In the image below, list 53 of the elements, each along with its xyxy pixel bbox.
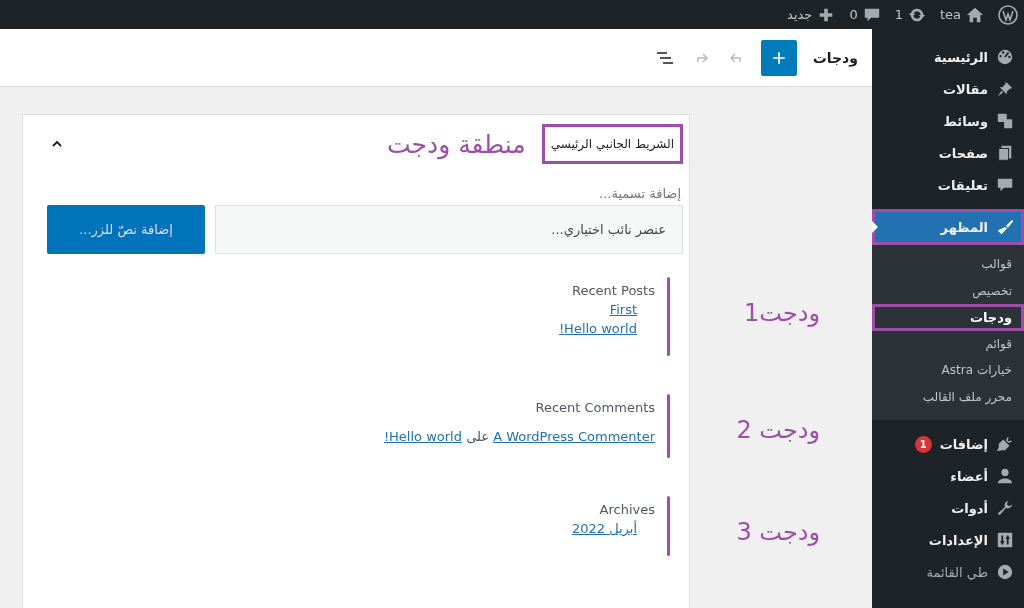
admin-bar-label[interactable]: جديد bbox=[787, 7, 813, 22]
admin-bar-label[interactable]: 1 bbox=[894, 7, 903, 22]
sidebar-item[interactable]: تعليقات bbox=[872, 169, 1024, 201]
sidebar-item[interactable]: المظهر bbox=[872, 209, 1024, 245]
sidebar-item[interactable]: أعضاء bbox=[872, 460, 1024, 492]
media-icon bbox=[996, 112, 1014, 130]
pages-icon bbox=[996, 144, 1014, 162]
wordpress-logo-icon[interactable] bbox=[998, 4, 1018, 25]
page-title: ودجات bbox=[812, 49, 858, 66]
sidebar-item[interactable]: وسائط bbox=[872, 105, 1024, 137]
user-icon bbox=[996, 467, 1014, 485]
author-link[interactable]: A WordPress Commenter bbox=[493, 429, 655, 444]
sidebar-item[interactable]: مقالات bbox=[872, 73, 1024, 105]
label-placeholder[interactable]: إضافة تسمية... bbox=[49, 186, 681, 201]
submenu-item[interactable]: خيارات Astra bbox=[872, 357, 1024, 384]
link[interactable]: أبريل 2022 bbox=[571, 521, 637, 536]
sidebar-item[interactable]: الإعدادات bbox=[872, 524, 1024, 556]
sidebar-item[interactable]: أدوات bbox=[872, 492, 1024, 524]
brush-icon bbox=[996, 218, 1014, 236]
annotation-label: ودجت 3 bbox=[736, 518, 820, 546]
annotation-label: ودجت1 bbox=[744, 299, 820, 327]
sidebar-item[interactable]: صفحات bbox=[872, 137, 1024, 169]
play-icon bbox=[996, 563, 1014, 581]
sliders-icon bbox=[996, 531, 1014, 549]
link[interactable]: Hello world! bbox=[558, 321, 637, 336]
submenu-item[interactable]: ودجات bbox=[872, 304, 1024, 331]
dashboard-icon bbox=[996, 48, 1014, 66]
wrench-icon bbox=[996, 499, 1014, 517]
annotation-label: منطقة ودجت bbox=[386, 129, 526, 159]
post-link[interactable]: Hello world! bbox=[383, 429, 462, 444]
annotation-label: ودجت 2 bbox=[736, 416, 820, 444]
home-icon bbox=[966, 5, 984, 24]
plug-icon bbox=[996, 435, 1014, 453]
count-badge: 1 bbox=[914, 435, 932, 453]
submenu-item[interactable]: تخصيص bbox=[872, 277, 1024, 304]
input-field[interactable]: عنصر نائب اختياري... bbox=[215, 205, 683, 254]
admin-bar-label[interactable]: tea bbox=[939, 7, 961, 22]
widget-title: Recent Posts bbox=[570, 283, 655, 298]
widget-area-title[interactable]: الشريط الجانبي الرئيسي bbox=[541, 124, 683, 164]
submenu-item[interactable]: قوائم bbox=[872, 330, 1024, 357]
add-block-button[interactable] bbox=[760, 39, 797, 76]
annotation-bracket bbox=[667, 394, 670, 458]
sidebar-item[interactable]: الرئيسية bbox=[872, 41, 1024, 73]
pin-icon bbox=[996, 80, 1014, 98]
collapse-menu-item[interactable]: طي القائمة bbox=[872, 556, 1024, 588]
submenu-item[interactable]: محرر ملف القالب bbox=[872, 383, 1024, 410]
widget-title: Recent Comments bbox=[534, 400, 655, 415]
annotation-bracket bbox=[667, 496, 670, 556]
submenu-item[interactable]: قوالب bbox=[872, 251, 1024, 278]
submit-button[interactable]: إضافة نصّ للزر... bbox=[47, 205, 205, 254]
link[interactable]: First bbox=[609, 302, 637, 317]
widget-title: Archives bbox=[598, 502, 655, 517]
admin-bar-label[interactable]: 0 bbox=[849, 7, 858, 22]
